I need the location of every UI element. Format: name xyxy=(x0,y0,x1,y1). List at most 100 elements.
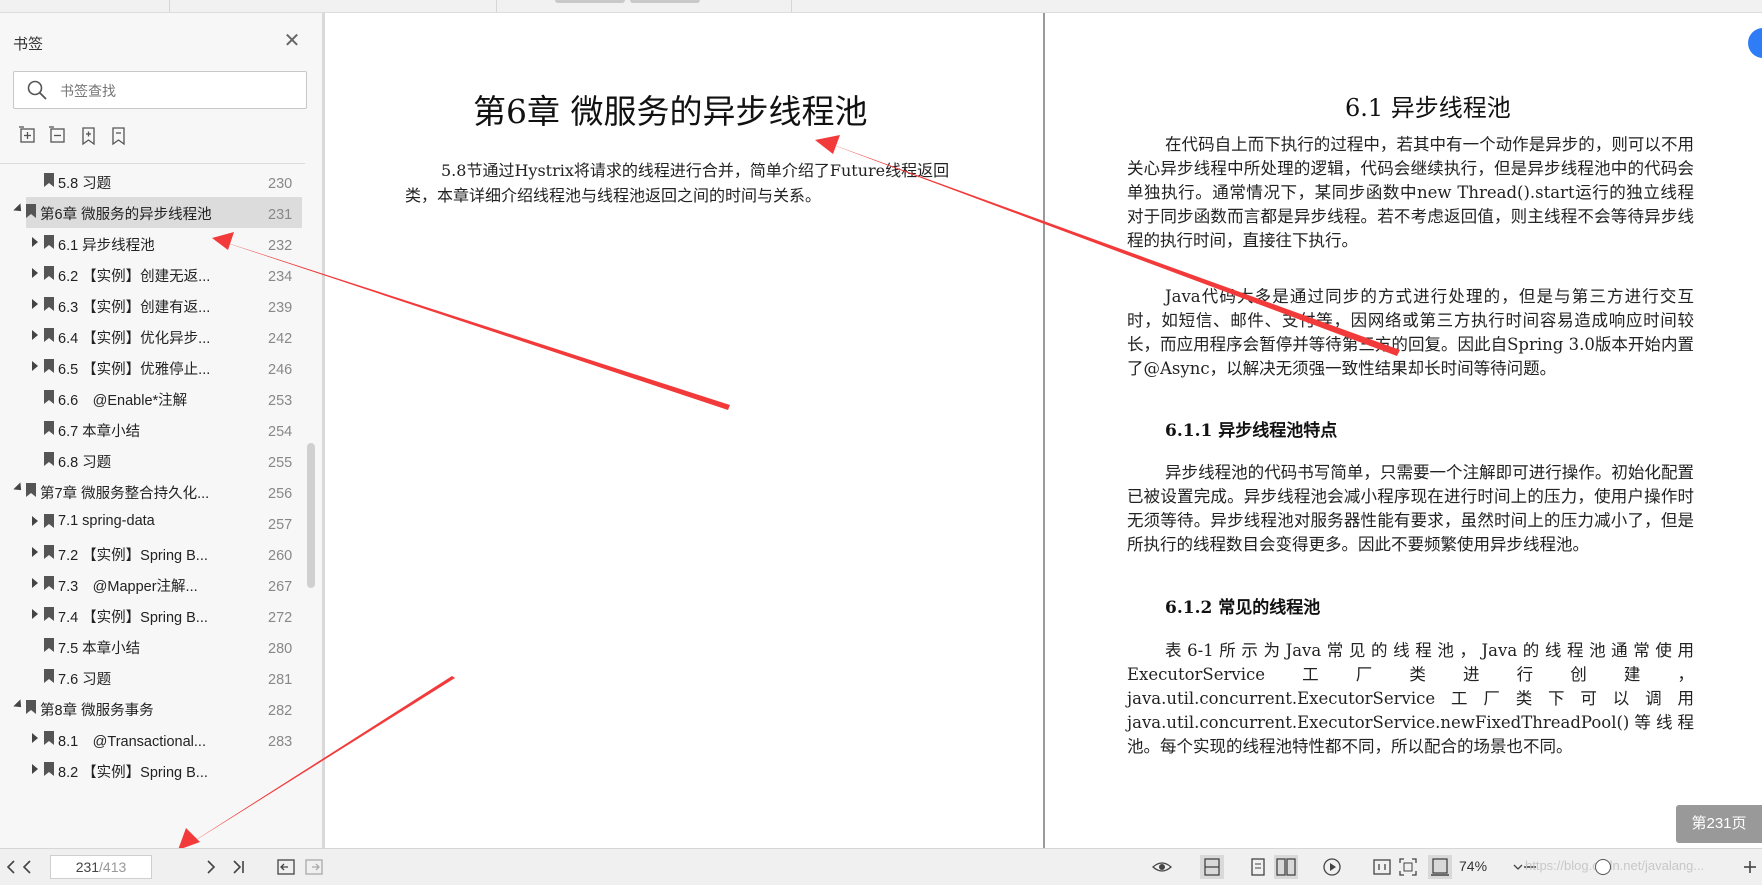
expand-arrow-icon[interactable] xyxy=(32,299,38,309)
bookmark-item[interactable]: 8.1 @Transactional... 283 xyxy=(0,724,300,755)
bookmark-icon[interactable] xyxy=(108,125,130,147)
two-page-icon[interactable] xyxy=(1274,855,1298,879)
bookmark-page-number: 239 xyxy=(268,300,293,316)
forward-icon[interactable] xyxy=(304,857,324,877)
expand-arrow-icon[interactable] xyxy=(32,268,38,278)
collapse-arrow-icon[interactable] xyxy=(13,482,25,494)
bookmark-search-input[interactable] xyxy=(58,79,292,103)
fit-width-icon[interactable] xyxy=(1428,855,1452,879)
bookmark-page-number: 246 xyxy=(268,362,293,378)
bookmark-icon xyxy=(44,359,54,373)
back-icon[interactable] xyxy=(276,857,296,877)
add-bookmark-icon[interactable] xyxy=(78,125,100,147)
bookmark-search-box[interactable] xyxy=(13,71,307,109)
toolbar-tab[interactable] xyxy=(555,0,625,3)
expand-arrow-icon[interactable] xyxy=(32,361,38,371)
document-view: 第6章 微服务的异步线程池 5.8节通过Hystrix将请求的线程进行合并，简单… xyxy=(325,13,1762,848)
bookmark-page-number: 232 xyxy=(268,238,293,254)
bookmark-item[interactable]: 6.3 【实例】创建有返... 239 xyxy=(0,290,300,321)
bookmark-label: 第6章 微服务的异步线程池 xyxy=(40,207,212,223)
zoom-in-icon[interactable] xyxy=(1740,857,1760,877)
next-page-icon[interactable] xyxy=(200,857,220,877)
bookmark-item[interactable]: 5.8 习题 230 xyxy=(0,166,300,197)
bookmark-icon xyxy=(26,483,36,497)
bookmark-item[interactable]: 6.5 【实例】优雅停止... 246 xyxy=(0,352,300,383)
toolbar-tab[interactable] xyxy=(630,0,700,3)
expand-all-icon[interactable] xyxy=(18,125,40,147)
fit-page-icon[interactable] xyxy=(1398,857,1418,877)
bookmark-icon xyxy=(44,576,54,590)
bookmark-label: 8.1 @Transactional... xyxy=(58,734,206,750)
topbar-divider xyxy=(168,0,170,12)
bookmark-item[interactable]: 6.6 @Enable*注解 253 xyxy=(0,383,300,414)
prev-page-icon[interactable] xyxy=(18,857,38,877)
last-page-icon[interactable] xyxy=(228,857,248,877)
bookmark-item[interactable]: 7.5 本章小结 280 xyxy=(0,631,300,662)
bookmark-item[interactable]: 8.2 【实例】Spring B... xyxy=(0,755,300,786)
eye-icon[interactable] xyxy=(1152,857,1172,877)
bookmark-page-number: 272 xyxy=(268,610,293,626)
bookmark-page-number: 255 xyxy=(268,455,293,471)
bookmark-item[interactable]: 第7章 微服务整合持久化... 256 xyxy=(0,476,300,507)
bookmark-label: 6.2 【实例】创建无返... xyxy=(58,269,211,285)
bookmark-item[interactable]: 6.8 习题 255 xyxy=(0,445,300,476)
bookmark-label: 6.5 【实例】优雅停止... xyxy=(58,362,211,378)
expand-arrow-icon[interactable] xyxy=(32,609,38,619)
bookmark-icon xyxy=(44,452,54,466)
paragraph: 异步线程池的代码书写简单，只需要一个注解即可进行操作。初始化配置已被设置完成。异… xyxy=(1127,463,1694,554)
bookmark-item[interactable]: 7.1 spring-data 257 xyxy=(0,507,300,538)
bookmark-item[interactable]: 7.4 【实例】Spring B... 272 xyxy=(0,600,300,631)
bookmark-icon xyxy=(44,514,54,528)
bookmark-page-number: 230 xyxy=(268,176,293,192)
sidebar-scrollbar[interactable] xyxy=(307,443,315,588)
collapse-all-icon[interactable] xyxy=(48,125,70,147)
bookmark-item[interactable]: 6.4 【实例】优化异步... 242 xyxy=(0,321,300,352)
bookmark-item[interactable]: 7.2 【实例】Spring B... 260 xyxy=(0,538,300,569)
expand-arrow-icon[interactable] xyxy=(32,547,38,557)
bookmark-icon xyxy=(44,390,54,404)
page-number-input[interactable]: 231/413 xyxy=(50,855,152,879)
close-icon[interactable]: ✕ xyxy=(282,31,302,51)
bookmark-label: 5.8 习题 xyxy=(58,176,112,192)
bookmark-tree: 5.8 习题 230 第6章 微服务的异步线程池 231 6.1 异步线程池 232 6.2… xyxy=(0,166,305,848)
watermark-text: https://blog.csdn.net/javalang... xyxy=(1525,858,1705,873)
actual-size-icon[interactable] xyxy=(1372,857,1392,877)
expand-arrow-icon[interactable] xyxy=(32,330,38,340)
sidebar-title: 书签 xyxy=(13,36,44,53)
expand-arrow-icon[interactable] xyxy=(32,578,38,588)
bookmark-page-number: 242 xyxy=(268,331,293,347)
bookmark-label: 第7章 微服务整合持久化... xyxy=(40,486,210,502)
bookmark-item[interactable]: 第6章 微服务的异步线程池 231 xyxy=(13,197,302,228)
bookmark-icon xyxy=(44,328,54,342)
bookmark-item[interactable]: 7.6 习题 281 xyxy=(0,662,300,693)
bookmark-page-number: 260 xyxy=(268,548,293,564)
bookmark-item[interactable]: 6.7 本章小结 254 xyxy=(0,414,300,445)
collapse-arrow-icon[interactable] xyxy=(13,699,25,711)
collapse-arrow-icon[interactable] xyxy=(13,203,25,215)
bookmark-icon xyxy=(44,638,54,652)
bookmark-item[interactable]: 6.2 【实例】创建无返... 234 xyxy=(0,259,300,290)
bookmark-item[interactable]: 7.3 @Mapper注解... 267 xyxy=(0,569,300,600)
zoom-level[interactable]: 74% xyxy=(1459,858,1487,874)
expand-arrow-icon[interactable] xyxy=(32,516,38,526)
zoom-slider-knob[interactable] xyxy=(1595,859,1611,875)
bookmark-icon xyxy=(44,421,54,435)
total-pages: /413 xyxy=(99,859,127,875)
expand-arrow-icon[interactable] xyxy=(32,733,38,743)
bookmark-page-number: 234 xyxy=(268,269,293,285)
play-icon[interactable] xyxy=(1322,857,1342,877)
bookmark-page-number: 231 xyxy=(268,207,293,223)
bookmark-icon xyxy=(44,762,54,776)
bookmark-item[interactable]: 第8章 微服务事务 282 xyxy=(0,693,300,724)
bookmark-icon xyxy=(44,731,54,745)
expand-arrow-icon[interactable] xyxy=(32,764,38,774)
page-icon[interactable] xyxy=(1248,857,1268,877)
bookmark-label: 6.6 @Enable*注解 xyxy=(58,393,188,409)
expand-arrow-icon[interactable] xyxy=(32,237,38,247)
bookmark-icon xyxy=(44,266,54,280)
bookmark-label: 7.1 spring-data xyxy=(58,513,155,529)
bookmark-item[interactable]: 6.1 异步线程池 232 xyxy=(0,228,300,259)
bookmark-label: 第8章 微服务事务 xyxy=(40,703,154,719)
single-page-icon[interactable] xyxy=(1200,855,1224,879)
chapter-title: 第6章 微服务的异步线程池 xyxy=(473,92,868,131)
